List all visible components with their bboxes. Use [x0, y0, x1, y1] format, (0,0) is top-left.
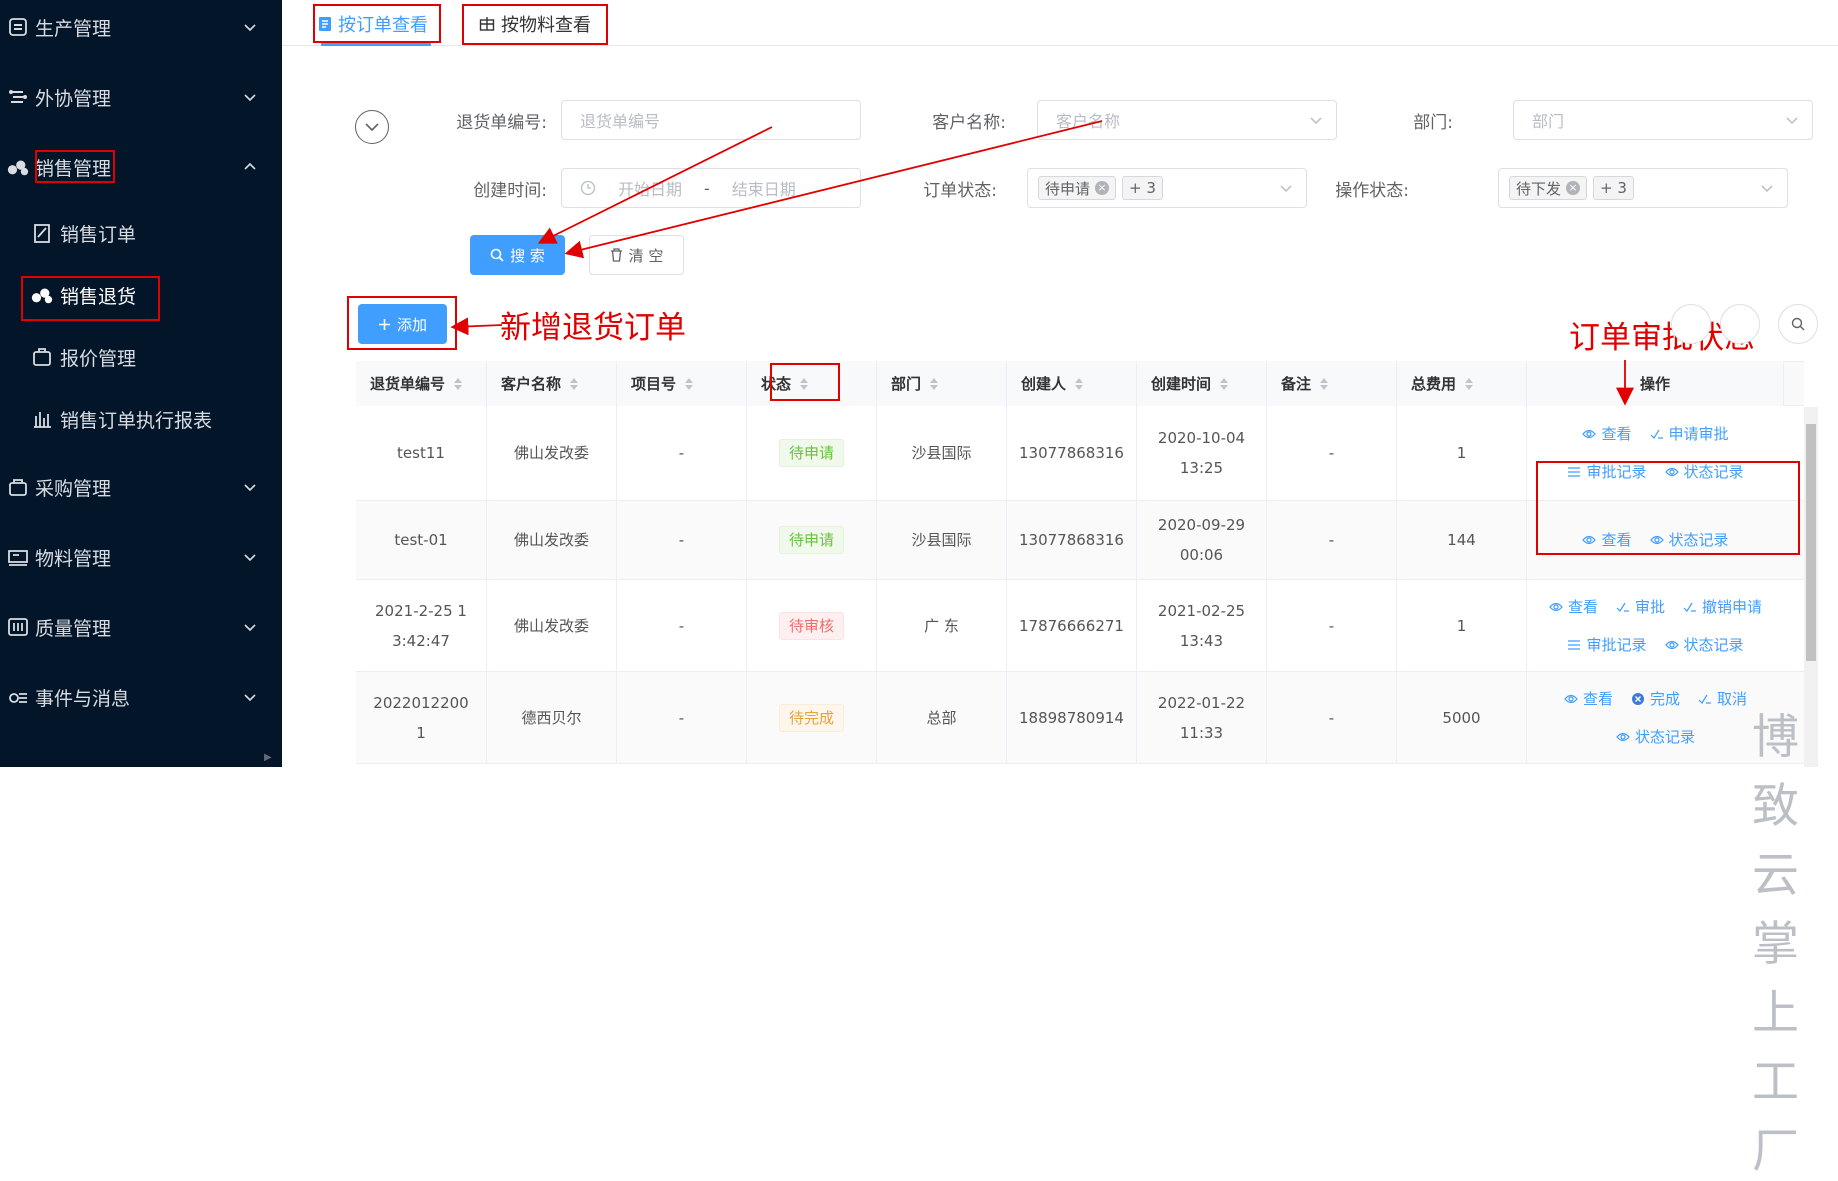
sidebar-item-events[interactable]: 事件与消息	[0, 662, 282, 732]
sidebar-item-label: 报价管理	[60, 347, 137, 370]
chevron-down-icon	[244, 694, 256, 702]
sidebar-item-production[interactable]: 生产管理	[0, 0, 282, 62]
sidebar-item-outsource[interactable]: 外协管理	[0, 62, 282, 132]
report-icon	[30, 407, 54, 431]
arrow-to-search-1	[537, 126, 773, 244]
annotation-arrows	[450, 120, 1634, 406]
sidebar-item-purchase[interactable]: 采购管理	[0, 452, 282, 522]
highlight-box-sales	[35, 150, 115, 183]
sidebar-item-sales-order[interactable]: 销售订单	[0, 204, 282, 262]
sidebar-item-quality[interactable]: 质量管理	[0, 592, 282, 662]
sidebar-item-label: 生产管理	[35, 17, 112, 40]
sidebar-item-quote[interactable]: 报价管理	[0, 328, 282, 386]
event-icon	[6, 685, 30, 709]
chevron-down-icon	[244, 484, 256, 492]
main-content: 按订单查看 按物料查看 退货单编号: 退货单编号 客户名称: 客户名称 部门: …	[282, 0, 1838, 1179]
chevron-down-icon	[244, 554, 256, 562]
quote-icon	[30, 345, 54, 369]
arrow-to-add	[450, 317, 503, 336]
arrow-to-search-2	[564, 120, 1103, 259]
chevron-down-icon	[244, 24, 256, 32]
sidebar-item-label: 物料管理	[35, 547, 112, 570]
production-icon	[6, 15, 30, 39]
sidebar-item-label: 销售订单执行报表	[60, 409, 213, 432]
outsource-icon	[6, 85, 30, 109]
purchase-icon	[6, 475, 30, 499]
material-icon	[6, 545, 30, 569]
sidebar-item-label: 销售订单	[60, 223, 137, 246]
chevron-down-icon	[244, 94, 256, 102]
chevron-down-icon	[244, 624, 256, 632]
sales-order-icon	[30, 221, 54, 245]
sidebar-item-material[interactable]: 物料管理	[0, 522, 282, 592]
sales-icon	[6, 155, 30, 179]
sidebar: 生产管理 外协管理 销售管理 销售订单 销售退货 报价管理 销售订单执行报表 采…	[0, 0, 282, 767]
sidebar-item-label: 采购管理	[35, 477, 112, 500]
sidebar-scroll-arrow[interactable]: ▶	[264, 752, 272, 763]
quality-icon	[6, 615, 30, 639]
watermark: 博致云掌上工厂	[1752, 710, 1801, 1179]
sidebar-item-report[interactable]: 销售订单执行报表	[0, 390, 282, 448]
sidebar-item-label: 质量管理	[35, 617, 112, 640]
sidebar-item-label: 外协管理	[35, 87, 112, 110]
highlight-box-sales-return	[21, 276, 160, 321]
chevron-up-icon	[244, 162, 256, 170]
sidebar-item-label: 事件与消息	[35, 687, 131, 710]
